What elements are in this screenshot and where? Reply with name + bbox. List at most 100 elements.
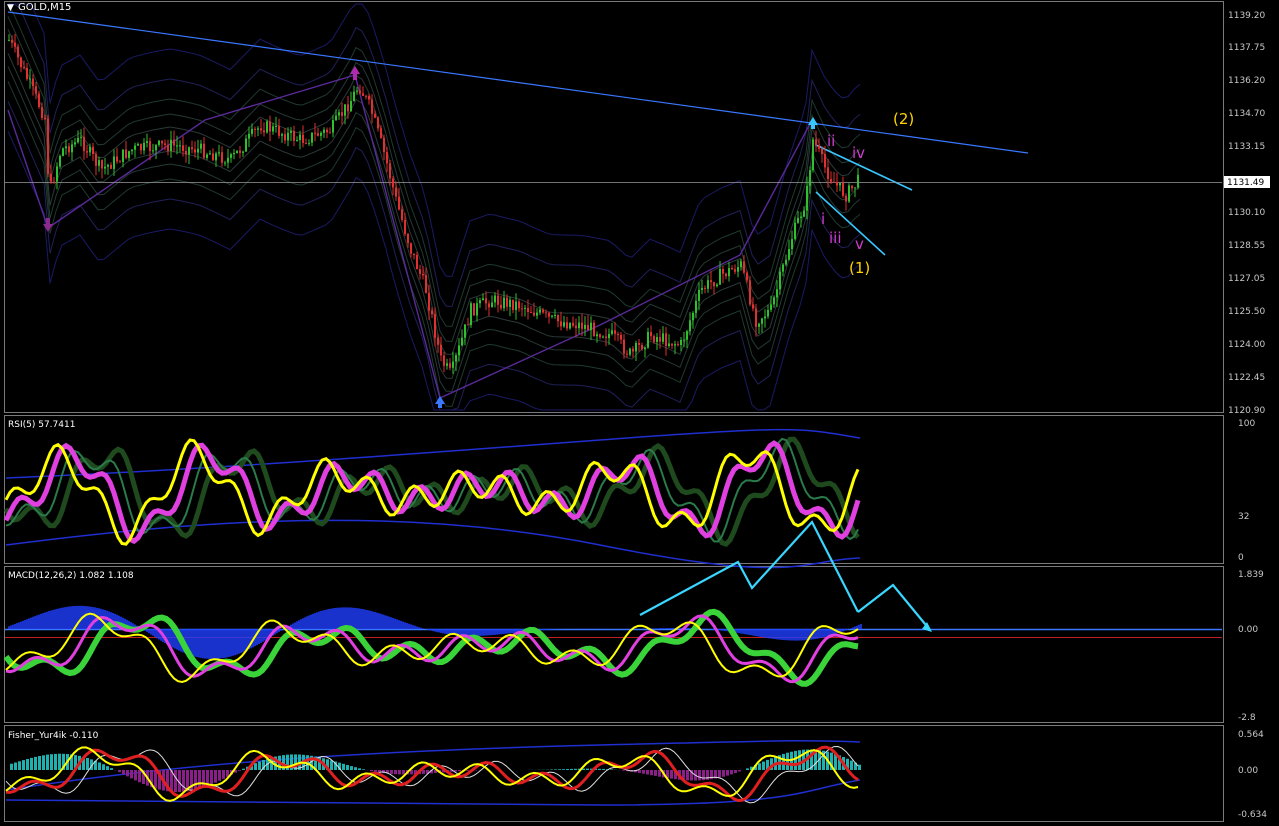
macd-histogram-bar [780, 629, 782, 640]
fisher-histogram-bar [346, 765, 349, 770]
candle-body [641, 345, 643, 350]
candle-body [455, 355, 457, 362]
macd-histogram-bar [30, 617, 32, 629]
candle-body [386, 152, 388, 164]
macd-histogram-bar [446, 629, 448, 634]
macd-histogram-bar [754, 629, 756, 636]
candle-body [320, 132, 322, 136]
candle-body [56, 166, 58, 182]
candle-body [302, 134, 304, 143]
candle-body [764, 316, 766, 319]
fisher-histogram-bar [106, 766, 109, 770]
candle-body [137, 144, 139, 146]
macd-histogram-bar [314, 613, 316, 629]
macd-histogram-bar [296, 621, 298, 629]
macd-histogram-bar [420, 627, 422, 629]
candle-body [251, 128, 253, 134]
fisher-histogram-bar [242, 768, 245, 770]
candle-body [785, 259, 787, 265]
fisher-histogram-bar [574, 768, 577, 770]
candle-body [125, 149, 127, 158]
candle-body [308, 142, 310, 144]
macd-histogram-bar [744, 629, 746, 635]
candle-body [407, 233, 409, 244]
macd-histogram-bar [386, 615, 388, 629]
macd-histogram-bar [652, 628, 654, 629]
candle-body [191, 147, 193, 150]
macd-histogram-bar [28, 618, 30, 629]
macd-histogram-bar [438, 629, 440, 633]
candle-body [512, 299, 514, 310]
macd-histogram-bar [800, 629, 802, 641]
candle-body [716, 284, 718, 287]
fisher-histogram-bar [362, 769, 365, 770]
fisher-histogram-bar [370, 770, 373, 772]
candle-body [299, 134, 301, 140]
candle-body [752, 304, 754, 309]
rsi-tick: 100 [1238, 419, 1255, 429]
macd-histogram-bar [304, 617, 306, 629]
macd-histogram-bar [54, 609, 56, 629]
candle-body [425, 275, 427, 293]
candle-body [620, 335, 622, 340]
candle-body [353, 91, 355, 101]
candle-body [14, 42, 16, 47]
macd-histogram-bar [802, 629, 804, 641]
fisher-histogram-bar [702, 770, 705, 781]
candle-body [368, 96, 370, 100]
candle-body [767, 309, 769, 317]
candle-body [542, 309, 544, 313]
wave-label-1: (1) [849, 259, 870, 277]
candle-body [446, 363, 448, 366]
candle-body [134, 145, 136, 150]
macd-histogram-bar [436, 629, 438, 633]
candle-body [356, 90, 358, 92]
macd-histogram-bar [784, 629, 786, 641]
macd-histogram-bar [24, 620, 26, 629]
macd-histogram-bar [400, 620, 402, 629]
macd-histogram-bar [148, 629, 150, 634]
candle-body [509, 299, 511, 307]
fisher-histogram-bar [566, 769, 569, 770]
candle-body [854, 187, 856, 189]
candle-body [488, 303, 490, 308]
candle-body [110, 164, 112, 169]
candle-body [335, 115, 337, 121]
candle-body [119, 161, 121, 163]
candle-body [470, 303, 472, 325]
candle-body [122, 149, 124, 162]
macd-histogram-bar [220, 629, 222, 659]
menu-glyph-icon[interactable]: ▼ [7, 3, 14, 13]
candle-body [758, 323, 760, 327]
fisher-histogram-bar [118, 770, 121, 773]
macd-histogram-bar [316, 612, 318, 629]
candle-body [311, 132, 313, 143]
fisher-histogram-bar [786, 752, 789, 770]
candle-body [239, 150, 241, 153]
candle-body [209, 153, 211, 155]
candle-body [41, 107, 43, 118]
fisher-histogram-bar [598, 768, 601, 770]
candle-body [8, 39, 10, 41]
fisher-histogram-bar [86, 758, 89, 770]
fisher-histogram-bar [126, 770, 129, 777]
chart-canvas[interactable]: (2) (1) ii iv i iii v ▼ GOLD,M15 1139.20… [0, 0, 1279, 826]
candle-body [269, 121, 271, 132]
fisher-tick: -0.634 [1238, 810, 1267, 820]
fisher-histogram-bar [686, 770, 689, 781]
macd-histogram-bar [506, 629, 508, 634]
candle-body [578, 322, 580, 329]
candle-body [170, 139, 172, 152]
candle-body [347, 104, 349, 112]
candle-body [32, 78, 34, 87]
candle-body [362, 93, 364, 96]
macd-histogram-bar [720, 629, 722, 631]
candle-body [824, 154, 826, 168]
macd-histogram-bar [18, 622, 20, 629]
candle-body [113, 156, 115, 169]
candle-body [626, 353, 628, 355]
fisher-histogram-bar [794, 750, 797, 770]
macd-histogram-bar [48, 611, 50, 629]
macd-histogram-bar [154, 629, 156, 637]
fisher-histogram-bar [18, 761, 21, 770]
